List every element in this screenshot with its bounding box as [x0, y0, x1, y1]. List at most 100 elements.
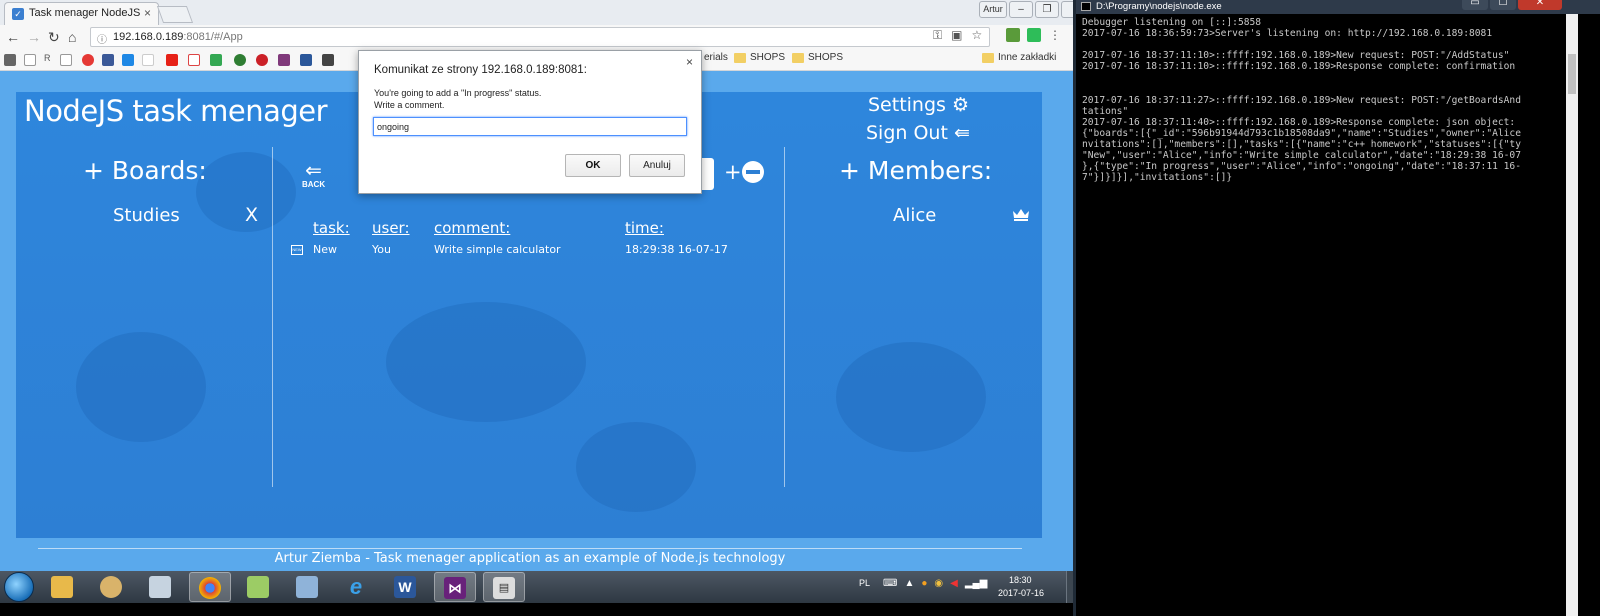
console-maximize-button[interactable]: ☐	[1490, 0, 1516, 10]
new-tab-button[interactable]	[156, 6, 194, 23]
tray-app-icon[interactable]: ●	[921, 578, 927, 589]
taskbar-files[interactable]	[287, 572, 329, 602]
taskbar-notepad-plus[interactable]	[238, 572, 280, 602]
back-arrow-icon: ⇐	[305, 160, 322, 182]
key-icon[interactable]: ⚿	[933, 28, 942, 43]
boards-heading[interactable]: + Boards:	[83, 156, 207, 185]
tab-close-icon[interactable]: ×	[144, 6, 151, 20]
dialog-title: Komunikat ze strony 192.168.0.189:8081:	[374, 64, 587, 76]
maximize-button[interactable]: ❐	[1035, 1, 1059, 18]
facebook-icon[interactable]	[102, 54, 114, 66]
translate-icon[interactable]: ▣	[951, 28, 962, 43]
youtube-icon[interactable]	[166, 54, 178, 66]
network-icon[interactable]: ▂▄▆	[965, 578, 987, 589]
footer-text: Artur Ziemba - Task menager application …	[274, 551, 786, 566]
bookmark-bus-icon[interactable]	[322, 54, 334, 66]
drive-icon[interactable]	[210, 54, 222, 66]
profile-button[interactable]: Artur	[979, 1, 1007, 18]
minus-circle-icon[interactable]	[741, 161, 764, 183]
ok-button[interactable]: OK	[565, 154, 621, 177]
volume-muted-icon[interactable]: ◀	[950, 578, 958, 589]
browser-tab[interactable]: ✓ Task menager NodeJS ×	[4, 2, 159, 25]
taskbar-word[interactable]: W	[385, 572, 427, 602]
settings-link[interactable]: Settings ⚙	[868, 94, 969, 116]
background-bubble	[386, 302, 586, 422]
omnibox-icons: ⚿ ▣ ☆	[933, 28, 982, 43]
time-cell: 18:29:38 16-07-17	[625, 243, 728, 256]
language-indicator[interactable]: PL	[859, 578, 870, 588]
console-output: Debugger listening on [::]:5858 2017-07-…	[1082, 17, 1521, 184]
bookmark-folder-shops-2[interactable]: SHOPS	[792, 52, 843, 63]
back-label: BACK	[302, 180, 326, 189]
column-header-comment: comment:	[434, 219, 511, 237]
bookmark-green-icon[interactable]	[234, 54, 246, 66]
info-icon[interactable]: ⓘ	[97, 31, 107, 46]
extension-icons: ⋮	[1006, 28, 1062, 42]
chrome-icon	[199, 577, 221, 599]
taskbar-chrome[interactable]	[189, 572, 231, 602]
page-bookmark-icon[interactable]	[24, 54, 36, 66]
show-hidden-icons[interactable]: ▲	[904, 578, 914, 589]
apps-icon[interactable]	[4, 54, 16, 66]
extension-green-icon[interactable]	[1027, 28, 1041, 42]
taskbar-paint[interactable]	[91, 572, 133, 602]
bookmark-folder-other[interactable]: Inne zakładki	[982, 52, 1056, 63]
taskbar-visual-studio[interactable]: ⋈	[434, 572, 476, 602]
page-bookmark-icon[interactable]	[60, 54, 72, 66]
add-remove-status-button[interactable]: +	[724, 160, 764, 184]
console-close-button[interactable]: ✕	[1518, 0, 1562, 10]
task-cell[interactable]: New	[313, 243, 337, 256]
reload-icon[interactable]: ↻	[48, 29, 60, 45]
gmail-icon[interactable]	[188, 54, 200, 66]
taskbar-internet-explorer[interactable]: e	[336, 572, 378, 602]
start-button[interactable]	[4, 572, 34, 602]
console-minimize-button[interactable]: ▭	[1462, 0, 1488, 10]
taskbar-node-console[interactable]: ▤	[483, 572, 525, 602]
task-favicon-icon: ✓	[12, 8, 24, 20]
bookmark-folder-shops-1[interactable]: SHOPS	[734, 52, 785, 63]
minimize-button[interactable]: –	[1009, 1, 1033, 18]
scrollbar-thumb[interactable]	[1568, 54, 1576, 94]
home-icon[interactable]: ⌂	[68, 29, 76, 45]
comment-input[interactable]	[373, 117, 687, 136]
members-heading[interactable]: + Members:	[839, 156, 992, 185]
browser-window: ✓ Task menager NodeJS × Artur – ❐ ✕ ← → …	[0, 0, 1097, 616]
folder-icon	[51, 576, 73, 598]
background-bubble	[836, 342, 986, 452]
files-icon	[296, 576, 318, 598]
keyboard-icon[interactable]: ⌨	[883, 578, 897, 589]
extension-image-icon[interactable]	[1006, 28, 1020, 42]
divider	[272, 147, 273, 487]
tray-app-icon[interactable]: ◉	[934, 578, 943, 589]
console-scrollbar[interactable]	[1566, 14, 1578, 616]
forward-arrow-icon[interactable]: →	[27, 29, 41, 45]
onenote-icon[interactable]	[278, 54, 290, 66]
bookmark-plus-icon[interactable]	[300, 54, 312, 66]
app-title: NodeJS task menager	[24, 94, 328, 128]
address-bar[interactable]: ⓘ 192.168.0.189:8081/#/App	[90, 27, 990, 47]
delete-board-button[interactable]: X	[245, 204, 258, 226]
opera-icon[interactable]	[82, 54, 94, 66]
taskbar-explorer[interactable]	[42, 572, 84, 602]
back-arrow-icon[interactable]: ←	[6, 29, 20, 45]
taskbar-calculator[interactable]	[140, 572, 182, 602]
console-titlebar: D:\Programy\nodejs\node.exe ▭ ☐ ✕	[1076, 0, 1600, 14]
clock-time[interactable]: 18:30	[1009, 575, 1032, 585]
board-item-studies[interactable]: Studies	[113, 205, 180, 226]
comment-cell: Write simple calculator	[434, 243, 561, 256]
bookmark-r[interactable]: R	[44, 53, 51, 63]
member-item-alice: Alice	[893, 205, 937, 226]
dialog-close-icon[interactable]: ×	[686, 55, 693, 69]
cancel-button[interactable]: Anuluj	[629, 154, 685, 177]
back-button[interactable]: ⇐ BACK	[302, 160, 326, 189]
menu-dots-icon[interactable]: ⋮	[1048, 28, 1062, 42]
clock-date[interactable]: 2017-07-16	[998, 588, 1044, 598]
add-label: +	[724, 160, 742, 184]
sign-out-link[interactable]: Sign Out ⇚	[866, 122, 970, 144]
pinterest-icon[interactable]	[256, 54, 268, 66]
google-icon[interactable]	[142, 54, 154, 66]
background-bubble	[576, 422, 696, 512]
column-header-user: user:	[372, 219, 410, 237]
bookmark-blue-icon[interactable]	[122, 54, 134, 66]
star-icon[interactable]: ☆	[971, 28, 982, 43]
